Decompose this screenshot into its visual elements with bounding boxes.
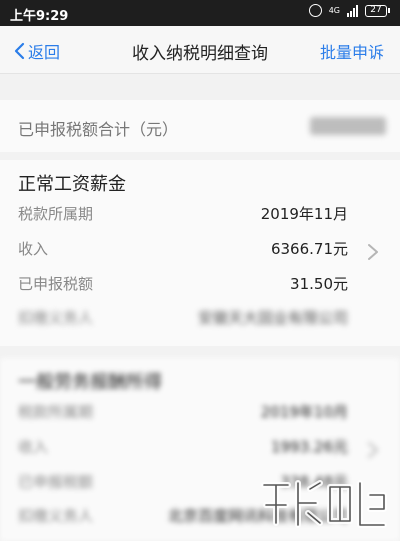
record-row-income: 收入 1993.26元 [0, 433, 400, 459]
record-title: 正常工资薪金 [18, 174, 126, 195]
chevron-right-icon [368, 244, 378, 260]
row-value: 1993.26元 [270, 438, 348, 456]
row-label: 税款所属期 [18, 205, 94, 223]
row-label: 已申报税额 [18, 473, 94, 491]
record-row-withholder: 扣缴义务人 安徽天大固业有限公司 [0, 304, 400, 330]
tax-total-label: 已申报税额合计（元） [18, 120, 179, 139]
record-row-period: 税款所属期 2019年11月 [0, 200, 400, 226]
record-row-income: 收入 6366.71元 [0, 235, 400, 261]
row-value: 2019年11月 [260, 205, 348, 223]
row-label: 税款所属期 [18, 403, 94, 421]
site-watermark-logo [261, 480, 387, 528]
system-indicators: 4G 27 [308, 4, 390, 17]
status-time: 上午9:29 [10, 9, 69, 24]
row-value: 6366.71元 [270, 240, 348, 258]
tax-total-value-redacted [310, 117, 386, 135]
tax-total-summary: 已申报税额合计（元） [0, 100, 400, 152]
batch-appeal-button[interactable]: 批量申诉 [320, 39, 384, 63]
alarm-icon [308, 4, 322, 17]
row-label: 收入 [18, 240, 49, 258]
row-value: 2019年10月 [260, 403, 348, 421]
record-row-tax: 已申报税额 31.50元 [0, 270, 400, 296]
network-type-label: 4G [328, 5, 340, 15]
chevron-right-icon [368, 442, 378, 458]
row-value-redacted: 安徽天大固业有限公司 [197, 309, 348, 327]
row-label: 扣缴义务人 [18, 507, 94, 525]
status-bar: 上午9:29 4G 27 [0, 0, 400, 26]
row-value: 31.50元 [290, 275, 348, 293]
record-title: 一般劳务报酬所得 [18, 372, 162, 393]
row-label: 扣缴义务人 [18, 309, 94, 327]
row-label: 收入 [18, 438, 49, 456]
battery-level: 27 [365, 4, 387, 17]
battery-icon: 27 [365, 4, 390, 17]
signal-bars-icon [347, 4, 358, 17]
income-record[interactable]: 正常工资薪金 税款所属期 2019年11月 收入 6366.71元 已申报税额 … [0, 160, 400, 346]
record-row-period: 税款所属期 2019年10月 [0, 398, 400, 424]
navigation-bar: 返回 收入纳税明细查询 批量申诉 [0, 26, 400, 74]
row-label: 已申报税额 [18, 275, 94, 293]
